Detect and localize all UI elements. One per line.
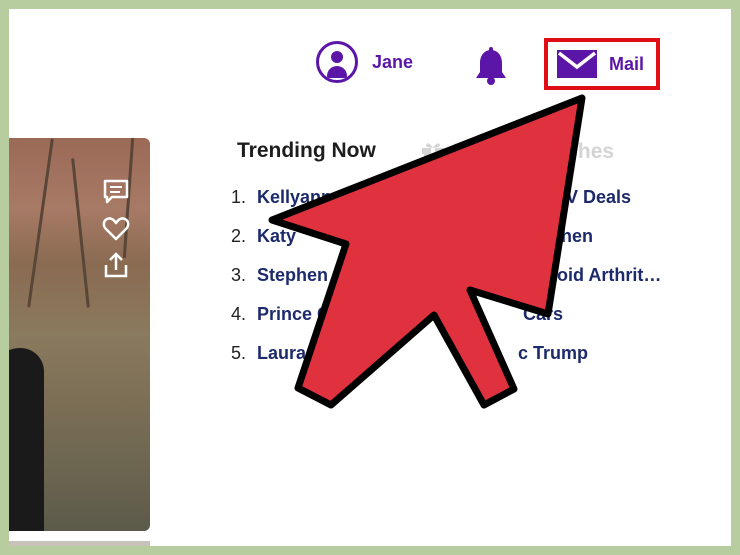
list-item[interactable]: 4. Prince Ch bbox=[231, 304, 341, 325]
bell-icon[interactable] bbox=[473, 47, 509, 87]
tab-trending-now[interactable]: Trending Now bbox=[237, 139, 376, 163]
trending-link[interactable]: SUV Deals bbox=[541, 187, 631, 208]
next-photo-strip bbox=[9, 541, 150, 546]
user-name: Jane bbox=[372, 51, 414, 72]
tab-latest-searches[interactable]: Latest Searches bbox=[421, 139, 614, 165]
mail-button[interactable]: Mail bbox=[544, 38, 660, 90]
heart-icon[interactable] bbox=[102, 215, 130, 243]
trending-link[interactable]: Laura bbox=[257, 343, 306, 364]
list-item[interactable]: 2. Katy bbox=[231, 226, 296, 247]
list-item[interactable]: 3. Stephen Curr bbox=[231, 265, 371, 286]
avatar-icon bbox=[316, 41, 358, 83]
share-icon[interactable] bbox=[102, 251, 130, 279]
header: Jane Mail bbox=[9, 9, 731, 109]
envelope-icon bbox=[557, 50, 597, 78]
user-profile-button[interactable]: Jane bbox=[316, 41, 413, 83]
item-number: 5. bbox=[231, 343, 247, 363]
news-photo[interactable] bbox=[9, 138, 150, 531]
comment-icon[interactable] bbox=[102, 178, 130, 206]
item-number: 2. bbox=[231, 226, 247, 246]
list-item[interactable]: 1. Kellyanne C bbox=[231, 187, 360, 208]
gift-icon bbox=[422, 143, 444, 164]
trending-link[interactable]: Prince Ch bbox=[257, 304, 341, 325]
trending-link[interactable]: umatoid Arthrit… bbox=[514, 265, 661, 286]
item-number: 3. bbox=[231, 265, 247, 285]
screenshot-frame: Jane Mail Trending Now Latest Searches 1… bbox=[9, 9, 731, 546]
trending-link[interactable]: c Trump bbox=[518, 343, 588, 364]
item-number: 1. bbox=[231, 187, 247, 207]
trending-link[interactable]: Kellyanne C bbox=[257, 187, 360, 208]
trending-link[interactable]: Cars bbox=[523, 304, 563, 325]
trending-link[interactable]: Cohen bbox=[537, 226, 593, 247]
tab-latest-searches-label: Latest Searches bbox=[453, 140, 615, 163]
trending-link[interactable]: Stephen Curr bbox=[257, 265, 371, 286]
mail-label: Mail bbox=[609, 53, 645, 74]
list-item[interactable]: 5. Laura bbox=[231, 343, 306, 364]
item-number: 4. bbox=[231, 304, 247, 324]
trending-link[interactable]: Katy bbox=[257, 226, 296, 247]
